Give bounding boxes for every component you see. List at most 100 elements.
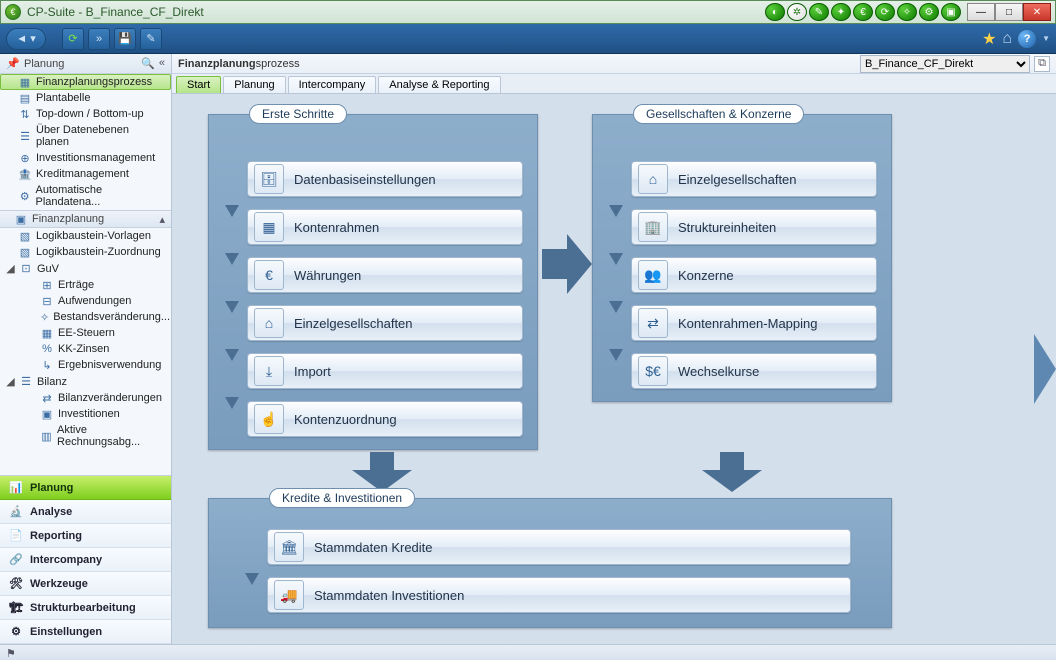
tab-planung[interactable]: Planung [223,76,285,93]
tree-item-kk-zinsen[interactable]: %KK-Zinsen [14,341,171,357]
tree-item-investitionen[interactable]: ▣Investitionen [14,406,171,422]
canvas-next-arrow-icon[interactable] [1034,334,1056,404]
reporting-icon: 📄 [8,528,24,544]
database-icon: 🗄 [254,164,284,194]
expand-toggle-icon[interactable]: ◢ [6,262,15,275]
step-kontenzuordnung[interactable]: ☝Kontenzuordnung [247,401,523,437]
titlebar-action-7-icon[interactable]: ✧ [897,3,917,21]
step-label: Wechselkurse [678,364,759,379]
nav-intercompany[interactable]: 🔗Intercompany [0,548,171,572]
tree-item-aufwendungen[interactable]: ⊟Aufwendungen [14,293,171,309]
popout-icon[interactable]: ⧉ [1034,56,1050,72]
titlebar-action-3-icon[interactable]: ✎ [809,3,829,21]
titlebar-action-4-icon[interactable]: ✦ [831,3,851,21]
nav-planung[interactable]: 📊Planung [0,476,171,500]
tree-item-investitionsmgmt[interactable]: ⊕Investitionsmanagement [0,150,171,166]
home-icon[interactable]: ⌂ [1002,30,1012,48]
tree-item-plantabelle[interactable]: ▤Plantabelle [0,90,171,106]
step-einzelgesellschaften-2[interactable]: ⌂Einzelgesellschaften [631,161,877,197]
panel-title: Gesellschaften & Konzerne [633,104,804,124]
expand-toggle-icon[interactable]: ◢ [6,375,15,388]
pin-icon[interactable]: 📌 [6,58,20,70]
step-struktureinheiten[interactable]: 🏢Struktureinheiten [631,209,877,245]
nav-label: Planung [30,482,73,494]
step-label: Kontenzuordnung [294,412,397,427]
tree-item-finanzplanungsprozess[interactable]: ▦Finanzplanungsprozess [0,74,171,90]
tree-item-topdown[interactable]: ⇅Top-down / Bottom-up [0,106,171,122]
titlebar-action-8-icon[interactable]: ⚙ [919,3,939,21]
tab-start[interactable]: Start [176,76,221,93]
step-import[interactable]: ⤓Import [247,353,523,389]
titlebar-action-2-icon[interactable]: ✲ [787,3,807,21]
titlebar-action-1-icon[interactable]: ◐ [765,3,785,21]
tree-label: Automatische Plandatena... [35,184,165,208]
tree-item-aktive-rechnungsabg[interactable]: ▥Aktive Rechnungsabg... [14,422,171,450]
step-einzelgesellschaften[interactable]: ⌂Einzelgesellschaften [247,305,523,341]
breadcrumb-rest: sprozess [256,58,300,70]
step-waehrungen[interactable]: €Währungen [247,257,523,293]
tree-item-logik-zuordnung[interactable]: ▧Logikbaustein-Zuordnung [0,244,171,260]
flow-arrow-icon [609,253,623,265]
tree-label: Plantabelle [36,92,90,104]
save-button[interactable]: 💾 [114,28,136,50]
close-button[interactable]: ✕ [1023,3,1051,21]
sidebar-group-label: Finanzplanung [32,213,104,225]
tab-analyse-reporting[interactable]: Analyse & Reporting [378,76,500,93]
tree-item-kreditmgmt[interactable]: 🏦Kreditmanagement [0,166,171,182]
tree-label: Über Datenebenen planen [36,124,165,148]
forward-button[interactable]: » [88,28,110,50]
minimize-button[interactable]: — [967,3,995,21]
context-select[interactable]: B_Finance_CF_Direkt [860,55,1030,73]
sidebar-group-finanzplanung[interactable]: ▣Finanzplanung▴ [0,210,171,228]
tree-item-bestandsveraenderung[interactable]: ✧Bestandsveränderung... [14,309,171,325]
flow-arrow-icon [225,253,239,265]
tree-item-ertraege[interactable]: ⊞Erträge [14,277,171,293]
tree-item-datenebenen[interactable]: ☰Über Datenebenen planen [0,122,171,150]
step-label: Import [294,364,331,379]
panel-erste-schritte: Erste Schritte 🗄Datenbasiseinstellungen … [208,114,538,450]
step-kontenrahmen-mapping[interactable]: ⇄Kontenrahmen-Mapping [631,305,877,341]
sidebar-search-icon[interactable]: 🔍 [141,57,155,70]
sidebar-collapse-icon[interactable]: « [159,57,165,70]
edit-button[interactable]: ✎ [140,28,162,50]
tree-item-logik-vorlagen[interactable]: ▧Logikbaustein-Vorlagen [0,228,171,244]
maximize-button[interactable]: □ [995,3,1023,21]
favorite-star-icon[interactable]: ★ [982,29,996,49]
bilanz-icon: ☰ [19,376,33,388]
tab-intercompany[interactable]: Intercompany [288,76,377,93]
tree-item-autoplandaten[interactable]: ⚙Automatische Plandatena... [0,182,171,210]
tree-item-bilanzveraenderungen[interactable]: ⇄Bilanzveränderungen [14,390,171,406]
step-label: Stammdaten Kredite [314,540,433,555]
step-wechselkurse[interactable]: $€Wechselkurse [631,353,877,389]
block-icon: ▧ [18,246,32,258]
nav-back-button[interactable]: ◄ ▾ [6,28,46,50]
nav-strukturbearbeitung[interactable]: 🏗Strukturbearbeitung [0,596,171,620]
nav-einstellungen[interactable]: ⚙Einstellungen [0,620,171,644]
tree-item-bilanz[interactable]: ◢☰Bilanz [0,373,171,390]
refresh-button[interactable]: ⟳ [62,28,84,50]
company-icon: ⌂ [638,164,668,194]
step-konzerne[interactable]: 👥Konzerne [631,257,877,293]
help-icon[interactable]: ? [1018,30,1036,48]
nav-werkzeuge[interactable]: 🛠Werkzeuge [0,572,171,596]
tree-item-ergebnisverwendung[interactable]: ↳Ergebnisverwendung [14,357,171,373]
step-kontenrahmen[interactable]: ▦Kontenrahmen [247,209,523,245]
titlebar-action-5-icon[interactable]: € [853,3,873,21]
structure-icon: 🏢 [638,212,668,242]
step-datenbasiseinstellungen[interactable]: 🗄Datenbasiseinstellungen [247,161,523,197]
step-stammdaten-investitionen[interactable]: 🚚Stammdaten Investitionen [267,577,851,613]
tree-item-ee-steuern[interactable]: ▦EE-Steuern [14,325,171,341]
nav-analyse[interactable]: 🔬Analyse [0,500,171,524]
panel-kredite-investitionen: Kredite & Investitionen 🏛Stammdaten Kred… [208,498,892,628]
titlebar-action-9-icon[interactable]: ▣ [941,3,961,21]
step-stammdaten-kredite[interactable]: 🏛Stammdaten Kredite [267,529,851,565]
flow-arrow-icon [609,205,623,217]
breadcrumb-bar: Finanzplanungsprozess B_Finance_CF_Direk… [172,54,1056,74]
invest-icon: ▣ [40,408,54,420]
nav-reporting[interactable]: 📄Reporting [0,524,171,548]
tree-item-guv[interactable]: ◢⊡GuV [0,260,171,277]
structure-icon: 🏗 [8,600,24,616]
tree-label: Kreditmanagement [36,168,129,180]
flow-arrow-icon [225,301,239,313]
titlebar-action-6-icon[interactable]: ⟳ [875,3,895,21]
